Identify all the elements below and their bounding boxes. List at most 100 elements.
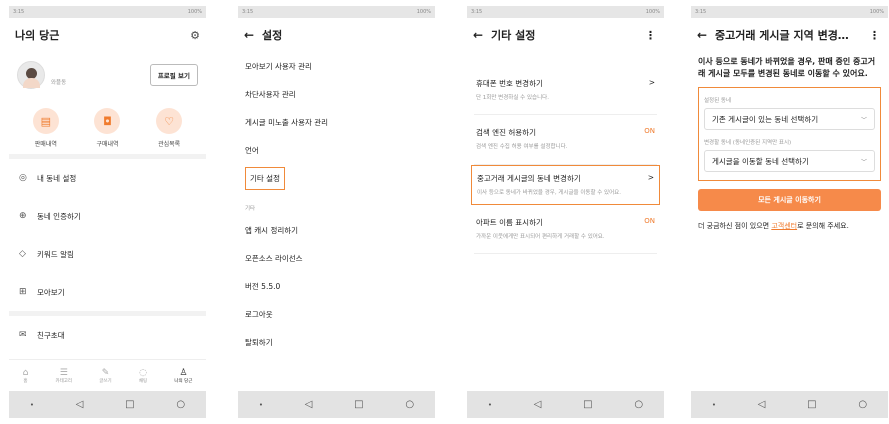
location-selectors: 설정된 동네 기존 게시글이 있는 동네 선택하기 ﹀ 변경할 동네 (동네인증된…: [698, 87, 881, 182]
list-item[interactable]: 로그아웃: [238, 300, 435, 328]
list-item: 버전 5.5.0: [238, 272, 435, 300]
tab-home[interactable]: ⌂ 홈: [23, 368, 29, 384]
option-title: 중고거래 게시글의 동네 변경하기: [477, 173, 581, 183]
list-item[interactable]: 언어: [238, 136, 435, 164]
top-bar: ← 설정: [238, 18, 435, 52]
view-profile-button[interactable]: 프로필 보기: [149, 64, 198, 86]
tab-label: 카테고리: [55, 378, 73, 384]
back-nav-icon[interactable]: ◁: [305, 399, 313, 410]
list-item[interactable]: 차단사용자 관리: [238, 80, 435, 108]
move-all-posts-button[interactable]: 모든 게시글 이동하기: [698, 189, 881, 212]
toggle-on[interactable]: ON: [644, 217, 655, 228]
status-bar: 3:15 100%: [9, 6, 206, 18]
tab-my-karrot[interactable]: ♙ 나의 당근: [174, 368, 192, 384]
back-nav-icon[interactable]: ◁: [534, 399, 542, 410]
status-battery: 100%: [187, 9, 202, 15]
menu-label: 키워드 알림: [37, 249, 74, 259]
list-item[interactable]: 탈퇴하기: [238, 328, 435, 356]
list-item[interactable]: 앱 캐시 정리하기: [238, 216, 435, 244]
back-nav-icon[interactable]: ◁: [76, 399, 84, 410]
menu-item-verify[interactable]: ⊕ 동네 인증하기: [9, 197, 206, 235]
menu-item-invite[interactable]: ✉ 친구초대: [9, 316, 206, 354]
menu-item-keyword[interactable]: ◇ 키워드 알림: [9, 235, 206, 273]
list-item[interactable]: 게시글 미노출 사용자 관리: [238, 108, 435, 136]
content: 이사 등으로 동네가 바뀌었을 경우, 판매 중인 중고거래 게시글 모두를 변…: [691, 52, 888, 236]
menu-item-location[interactable]: ◎ 내 동네 설정: [9, 159, 206, 197]
current-location-select[interactable]: 기존 게시글이 있는 동네 선택하기 ﹀: [704, 108, 875, 131]
pencil-icon: ✎: [101, 367, 110, 378]
android-nav-bar: • ◁ □ ○: [9, 391, 206, 418]
quick-label: 관심목록: [158, 141, 181, 148]
menu-label: 모아보기: [37, 287, 65, 297]
android-nav-bar: • ◁ □ ○: [238, 391, 435, 418]
screen-change-post-location: 3:15 100% ← 중고거래 게시글 지역 변경… ⋮ 이사 등으로 동네가 …: [691, 6, 888, 418]
page-title: 중고거래 게시글 지역 변경…: [715, 29, 849, 42]
recent-nav-icon[interactable]: ○: [176, 399, 185, 410]
field-label: 변경할 동네 (동네인증된 지역만 표시): [704, 140, 792, 147]
customer-center-link[interactable]: 고객센터: [771, 222, 797, 230]
help-pre: 더 궁금하신 점이 있으면: [698, 222, 772, 231]
android-nav-bar: • ◁ □ ○: [691, 391, 888, 418]
quick-favorites[interactable]: ♡ 관심목록: [144, 108, 194, 148]
list-item[interactable]: 오픈소스 라이선스: [238, 244, 435, 272]
home-nav-icon[interactable]: □: [807, 399, 816, 410]
menu-list: ◎ 내 동네 설정 ⊕ 동네 인증하기 ◇ 키워드 알림 ⊞ 모아보기 ✉ 친구초대: [9, 159, 206, 354]
tab-category[interactable]: ☰ 카테고리: [56, 368, 73, 384]
quick-sales[interactable]: ▤ 판매내역: [21, 108, 71, 148]
home-nav-icon[interactable]: □: [125, 399, 134, 410]
mail-icon: ✉: [19, 330, 27, 340]
option-change-post-location[interactable]: 중고거래 게시글의 동네 변경하기 > 이사 등으로 동네가 바뀌었을 경우, 게…: [471, 164, 660, 205]
back-nav-icon[interactable]: ◁: [758, 399, 766, 410]
target-location-select[interactable]: 게시글을 이동할 동네 선택하기 ﹀: [704, 150, 875, 173]
android-nav-bar: • ◁ □ ○: [467, 391, 664, 418]
toggle-on[interactable]: ON: [644, 127, 655, 138]
item-label: 버전 5.5.0: [245, 281, 281, 291]
status-time: 3:15: [471, 9, 483, 15]
back-arrow-icon[interactable]: ←: [244, 28, 262, 42]
quick-label: 판매내역: [34, 141, 57, 148]
tab-label: 홈: [23, 378, 28, 384]
select-value: 기존 게시글이 있는 동네 선택하기: [712, 114, 819, 124]
tag-icon: ◇: [19, 249, 26, 259]
dot-icon: •: [258, 400, 263, 409]
field-label: 설정된 동네: [704, 98, 732, 105]
option-apartment-name[interactable]: 아파트 이름 표시하기 ON 가까운 이웃에게만 표시되어 편리하게 거래할 수 …: [474, 205, 657, 254]
status-bar: 3:15 100%: [691, 6, 888, 18]
section-label: 기타: [245, 206, 256, 212]
option-desc: 가까운 이웃에게만 표시되어 편리하게 거래할 수 있어요.: [476, 233, 605, 240]
chevron-down-icon: ﹀: [860, 158, 867, 166]
menu-item-collection[interactable]: ⊞ 모아보기: [9, 273, 206, 311]
back-arrow-icon[interactable]: ←: [473, 28, 491, 42]
chevron-right-icon: >: [647, 172, 654, 182]
recent-nav-icon[interactable]: ○: [634, 399, 643, 410]
receipt-icon: ▤: [32, 108, 59, 134]
target-icon: ⊕: [19, 211, 27, 221]
list-item[interactable]: 모아보기 사용자 관리: [238, 52, 435, 80]
item-label: 게시글 미노출 사용자 관리: [245, 117, 329, 127]
tab-write[interactable]: ✎ 글쓰기: [99, 368, 111, 384]
option-phone[interactable]: 휴대폰 번호 변경하기 > 단 1회만 변경하실 수 있습니다.: [474, 66, 657, 116]
quick-purchases[interactable]: ◘ 구매내역: [82, 108, 132, 148]
status-time: 3:15: [242, 9, 254, 15]
home-nav-icon[interactable]: □: [354, 399, 363, 410]
avatar[interactable]: [17, 61, 45, 89]
home-nav-icon[interactable]: □: [583, 399, 592, 410]
more-icon[interactable]: ⋮: [869, 29, 882, 42]
option-search-engine[interactable]: 검색 엔진 허용하기 ON 검색 엔진 수집 허용 여부를 설정합니다.: [474, 115, 657, 165]
tab-chat[interactable]: ◌ 채팅: [139, 368, 147, 384]
help-text: 더 궁금하신 점이 있으면 고객센터로 문의해 주세요.: [698, 221, 881, 232]
recent-nav-icon[interactable]: ○: [405, 399, 414, 410]
gear-icon[interactable]: ⚙: [190, 29, 200, 42]
item-label: 차단사용자 관리: [245, 89, 296, 99]
recent-nav-icon[interactable]: ○: [858, 399, 867, 410]
list-item-other-settings[interactable]: 기타 설정: [238, 164, 435, 192]
menu-label: 친구초대: [37, 330, 65, 340]
page-title: 기타 설정: [491, 29, 536, 42]
more-icon[interactable]: ⋮: [645, 29, 658, 42]
lead-text: 이사 등으로 동네가 바뀌었을 경우, 판매 중인 중고거래 게시글 모두를 변…: [698, 57, 876, 78]
top-bar: ← 기타 설정 ⋮: [467, 18, 664, 52]
back-arrow-icon[interactable]: ←: [697, 28, 715, 42]
option-title: 휴대폰 번호 변경하기: [476, 79, 543, 88]
help-post: 로 문의해 주세요.: [797, 222, 849, 231]
option-desc: 검색 엔진 수집 허용 여부를 설정합니다.: [476, 144, 568, 151]
